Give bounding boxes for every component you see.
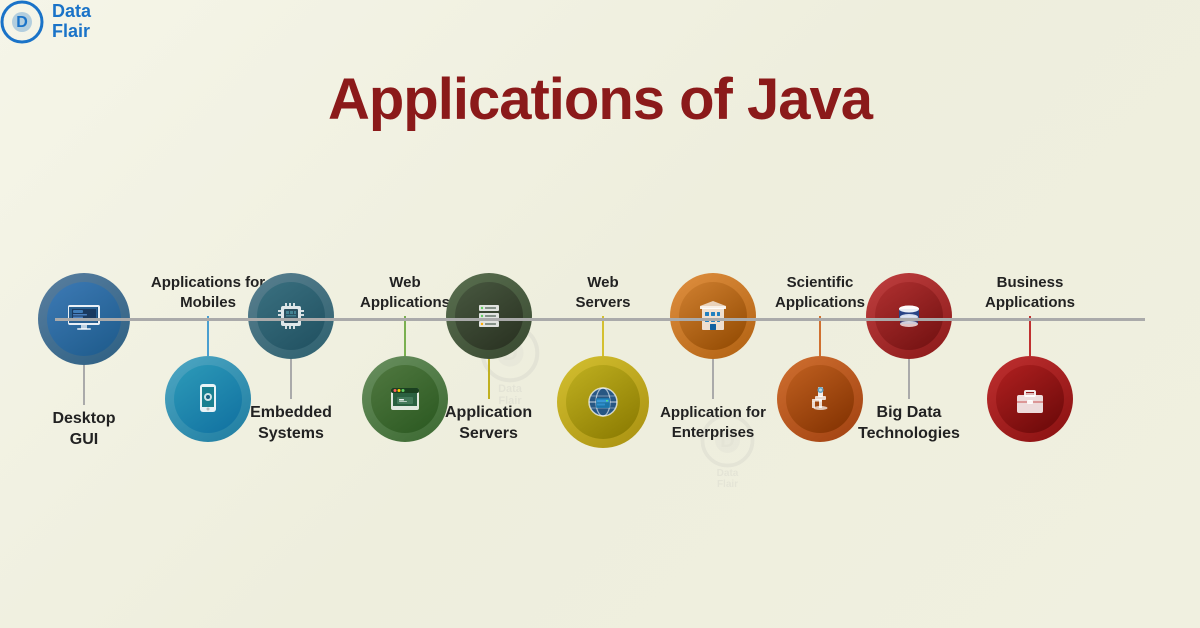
logo-data-label: Data [52,2,91,22]
node-business-circle-inner [996,365,1064,433]
node-webservers: WebServers [548,273,658,448]
svg-text:D: D [16,14,28,31]
label-desktop: DesktopGUI [52,409,115,451]
embedded-icon [273,298,309,334]
enterprise-icon [695,298,731,334]
node-bigdata-circle-inner [875,282,943,350]
appservers-icon [471,298,507,334]
node-embedded-circle-outer [248,273,334,359]
vline-webapps-top [404,316,406,356]
node-desktop: DesktopGUI [38,273,130,451]
node-bigdata-circle-outer [866,273,952,359]
vline-desktop-bottom [83,365,85,405]
label-appservers: ApplicationServers [445,403,532,445]
label-bigdata: Big DataTechnologies [858,403,960,445]
vline-appservers-bottom [488,359,490,399]
vline-scientific-top [819,316,821,356]
node-scientific-circle-inner [786,365,854,433]
label-webservers: WebServers [548,273,658,312]
vline-embedded-bottom [290,359,292,399]
node-bigdata: Big DataTechnologies [858,273,960,445]
vline-enterprise-bottom [712,359,714,399]
node-webservers-circle-outer [557,356,649,448]
node-business-circle-outer [987,356,1073,442]
logo: D Data Flair [0,0,1200,44]
scientific-icon [802,381,838,417]
webservers-icon [582,381,624,423]
node-enterprise-circle-outer [670,273,756,359]
node-appservers-circle-outer [446,273,532,359]
vline-bigdata-bottom [908,359,910,399]
logo-text: Data Flair [52,2,91,42]
node-webapps-circle-inner [371,365,439,433]
node-mobile-circle-outer [165,356,251,442]
node-business: BusinessApplications [965,273,1095,442]
node-webapps-circle-outer [362,356,448,442]
timeline-line [55,318,1145,321]
business-icon [1012,381,1048,417]
node-mobile-circle-inner [174,365,242,433]
node-scientific-circle-outer [777,356,863,442]
mobile-icon [190,381,226,417]
webapps-icon [387,381,423,417]
node-webservers-circle-inner [566,365,640,439]
node-appservers-circle-inner [455,282,523,350]
vline-mobile-top [207,316,209,356]
logo-icon: D [0,0,44,44]
vline-business-top [1029,316,1031,356]
logo-flair-label: Flair [52,22,91,42]
node-enterprise-circle-inner [679,282,747,350]
vline-webservers-top [602,316,604,356]
label-business: BusinessApplications [965,273,1095,312]
label-embedded: EmbeddedSystems [250,403,332,445]
node-embedded-circle-inner [257,282,325,350]
page-title: Applications of Java [0,44,1200,143]
node-appservers: ApplicationServers [445,273,532,445]
node-embedded: EmbeddedSystems [248,273,334,445]
bigdata-icon [891,298,927,334]
diagram: D Data Flair D Data Flair [0,143,1200,573]
